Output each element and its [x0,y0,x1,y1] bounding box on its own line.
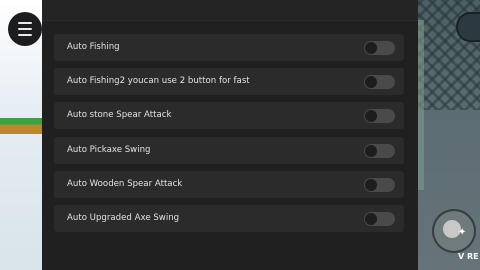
option-label: Auto Upgraded Axe Swing [67,213,180,223]
script-menu-panel: Auto Fishing Auto Fishing2 youcan use 2 … [42,0,418,270]
toggle-knob [365,76,377,88]
option-row-auto-stone-spear-attack[interactable]: Auto stone Spear Attack [54,102,404,129]
option-label: Auto stone Spear Attack [67,110,172,120]
option-label: Auto Pickaxe Swing [67,145,151,155]
toggle-switch[interactable] [364,41,395,55]
hamburger-icon-line [18,22,32,24]
option-label: Auto Fishing2 youcan use 2 button for fa… [67,76,250,86]
toggle-knob [365,145,377,157]
toggle-knob [365,213,377,225]
toggle-knob [365,179,377,191]
option-row-auto-upgraded-axe-swing[interactable]: Auto Upgraded Axe Swing [54,205,404,232]
toggle-switch[interactable] [364,178,395,192]
game-action-button-top[interactable] [456,12,480,42]
toggle-switch[interactable] [364,144,395,158]
toggle-switch[interactable] [364,109,395,123]
option-row-auto-wooden-spear-attack[interactable]: Auto Wooden Spear Attack [54,171,404,198]
option-label: Auto Fishing [67,42,120,52]
recorder-watermark: V RE [458,252,479,261]
option-row-auto-fishing2[interactable]: Auto Fishing2 youcan use 2 button for fa… [54,68,404,95]
hamburger-icon-line [18,34,32,36]
sparkle-icon: ✦ [458,227,467,238]
toggle-switch[interactable] [364,75,395,89]
toggle-knob [365,42,377,54]
hamburger-icon-line [18,28,32,30]
hamburger-menu-button[interactable] [8,12,42,46]
toggle-switch[interactable] [364,212,395,226]
toggle-knob [365,110,377,122]
option-row-auto-fishing[interactable]: Auto Fishing [54,34,404,61]
option-label: Auto Wooden Spear Attack [67,179,183,189]
option-row-auto-pickaxe-swing[interactable]: Auto Pickaxe Swing [54,137,404,164]
jump-button[interactable] [432,209,476,253]
game-terrain-strip [0,118,44,134]
panel-header-bar [42,0,418,21]
